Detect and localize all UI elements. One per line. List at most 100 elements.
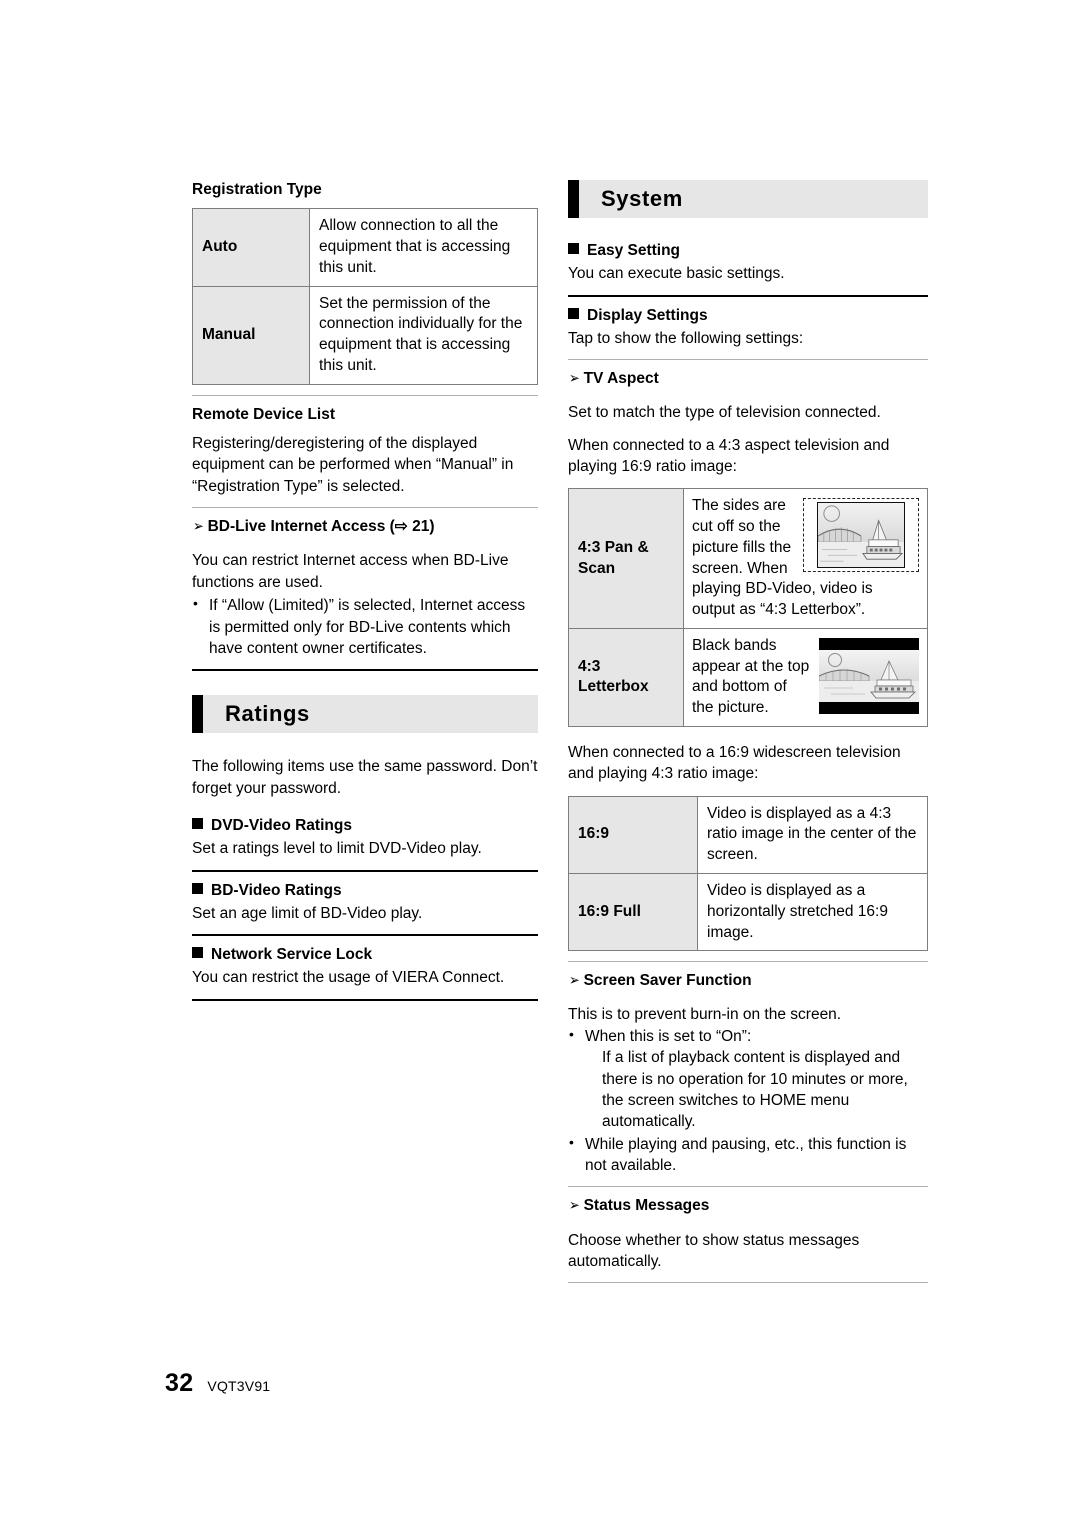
registration-type-table: Auto Allow connection to all the equipme… <box>192 208 538 385</box>
right-column: System Easy Setting You can execute basi… <box>568 180 928 1292</box>
bd-live-bullets: If “Allow (Limited)” is selected, Intern… <box>192 594 538 659</box>
divider <box>568 1186 928 1188</box>
row-description: Set the permission of the connection ind… <box>309 285 538 385</box>
letterbox-black-bands <box>819 637 919 714</box>
heading-label: TV Aspect <box>583 370 659 388</box>
tv-aspect-heading: ➢ TV Aspect <box>568 369 928 389</box>
pan-scan-crop-frame <box>803 498 919 573</box>
heading-label: Screen Saver Function <box>583 972 752 990</box>
divider <box>192 669 538 672</box>
list-item-subtext: If a list of playback content is display… <box>602 1049 908 1131</box>
list-item: While playing and pausing, etc., this fu… <box>568 1133 928 1177</box>
easy-setting-body: You can execute basic settings. <box>568 265 785 283</box>
network-service-lock-heading: Network Service Lock <box>192 945 538 965</box>
bridge-boat-scene-icon <box>819 649 919 702</box>
arrow-bullet-icon: ➢ <box>568 370 580 388</box>
bridge-boat-scene-icon <box>818 503 904 568</box>
left-column: Registration Type Auto Allow connection … <box>192 180 538 1010</box>
row-label: 16:9 Full <box>568 872 698 952</box>
section-title: System <box>601 186 683 211</box>
divider <box>192 507 538 509</box>
row-description: Video is displayed as a 4:3 ratio image … <box>697 795 928 875</box>
table-row: 4:3 Letterbox Black bands appear at the … <box>568 627 928 727</box>
row-description: Allow connection to all the equipment th… <box>309 208 538 287</box>
row-label: Manual <box>192 285 310 385</box>
letterbox-illustration <box>819 637 919 714</box>
system-section-banner: System <box>568 180 928 218</box>
square-bullet-icon <box>192 882 203 894</box>
list-item-text: While playing and pausing, etc., this fu… <box>585 1135 907 1175</box>
page-number: 32 <box>165 1369 194 1397</box>
tv-aspect-169-table: 16:9 Video is displayed as a 4:3 ratio i… <box>568 795 928 952</box>
divider <box>568 961 928 963</box>
divider <box>192 869 538 872</box>
row-description: Video is displayed as a horizontally str… <box>697 872 928 952</box>
letterbox-picture <box>819 649 919 702</box>
table-row: Auto Allow connection to all the equipme… <box>192 208 538 287</box>
row-label: 4:3 Pan & Scan <box>568 488 684 629</box>
square-bullet-icon <box>192 947 203 959</box>
square-bullet-icon <box>192 818 203 829</box>
display-settings-heading: Display Settings <box>568 306 928 326</box>
table-row: 16:9 Full Video is displayed as a horizo… <box>568 872 928 952</box>
row-label: 4:3 Letterbox <box>568 627 684 727</box>
row-description: Black bands appear at the top and bottom… <box>683 627 928 727</box>
dvd-video-ratings-heading: DVD-Video Ratings <box>192 816 538 836</box>
display-settings-body: Tap to show the following settings: <box>568 329 804 347</box>
arrow-bullet-icon: ➢ <box>568 972 580 990</box>
ratings-section-banner: Ratings <box>192 695 538 734</box>
pan-scan-picture <box>817 502 905 569</box>
tv-aspect-body-2: When connected to a 4:3 aspect televisio… <box>568 436 890 475</box>
row-description-text: Black bands appear at the top and bottom… <box>692 636 810 717</box>
heading-label: BD-Video Ratings <box>211 881 342 899</box>
tv-aspect-body-1: Set to match the type of television conn… <box>568 404 881 422</box>
heading-label: Status Messages <box>583 1197 710 1215</box>
list-item-text: When this is set to “On”: <box>585 1027 752 1045</box>
network-service-lock-body: You can restrict the usage of VIERA Conn… <box>192 969 505 987</box>
remote-device-list-heading: Remote Device List <box>192 405 335 423</box>
heading-label: Display Settings <box>587 306 708 324</box>
tv-aspect-body-3: When connected to a 16:9 widescreen tele… <box>568 743 901 783</box>
status-messages-body: Choose whether to show status messages a… <box>568 1231 860 1270</box>
remote-device-list-body: Registering/deregistering of the display… <box>192 435 514 495</box>
table-row: 16:9 Video is displayed as a 4:3 ratio i… <box>568 795 928 875</box>
list-item: If “Allow (Limited)” is selected, Intern… <box>192 594 538 659</box>
heading-label: Network Service Lock <box>211 946 373 964</box>
easy-setting-heading: Easy Setting <box>568 241 928 261</box>
divider <box>568 1282 928 1284</box>
status-messages-heading: ➢ Status Messages <box>568 1196 928 1216</box>
row-label: Auto <box>192 208 310 287</box>
table-row: Manual Set the permission of the connect… <box>192 285 538 385</box>
table-row: 4:3 Pan & Scan The sides are cut off so … <box>568 488 928 629</box>
document-code: VQT3V91 <box>207 1378 271 1394</box>
arrow-bullet-icon: ➢ <box>568 1197 580 1215</box>
row-description: The sides are cut off so the picture fil… <box>683 488 928 629</box>
screen-saver-body: This is to prevent burn-in on the screen… <box>568 1006 842 1024</box>
divider <box>192 394 538 396</box>
heading-label: Easy Setting <box>587 242 681 259</box>
screen-saver-bullets: When this is set to “On”: If a list of p… <box>568 1025 928 1177</box>
registration-type-heading: Registration Type <box>192 181 322 198</box>
heading-label: DVD-Video Ratings <box>211 817 352 834</box>
square-bullet-icon <box>568 243 579 254</box>
dvd-video-ratings-body: Set a ratings level to limit DVD-Video p… <box>192 840 482 858</box>
divider <box>568 294 928 297</box>
divider <box>192 934 538 937</box>
page-footer: 32 VQT3V91 <box>165 1369 270 1398</box>
row-label: 16:9 <box>568 795 698 875</box>
bd-live-body: You can restrict Internet access when BD… <box>192 552 509 591</box>
ratings-intro: The following items use the same passwor… <box>192 758 538 797</box>
bd-live-internet-access-heading: ➢ BD-Live Internet Access (⇨ 21) <box>192 517 538 537</box>
list-item: When this is set to “On”: If a list of p… <box>568 1025 928 1133</box>
divider <box>568 359 928 361</box>
divider <box>192 998 538 1001</box>
arrow-bullet-icon: ➢ <box>192 518 204 536</box>
square-bullet-icon <box>568 307 579 319</box>
screen-saver-function-heading: ➢ Screen Saver Function <box>568 971 928 991</box>
section-title: Ratings <box>225 701 310 727</box>
tv-aspect-43-table: 4:3 Pan & Scan The sides are cut off so … <box>568 488 928 727</box>
bd-video-ratings-heading: BD-Video Ratings <box>192 881 538 901</box>
manual-page: Registration Type Auto Allow connection … <box>0 0 1080 1526</box>
section-tab-marker <box>568 180 579 218</box>
section-tab-marker <box>192 695 203 734</box>
